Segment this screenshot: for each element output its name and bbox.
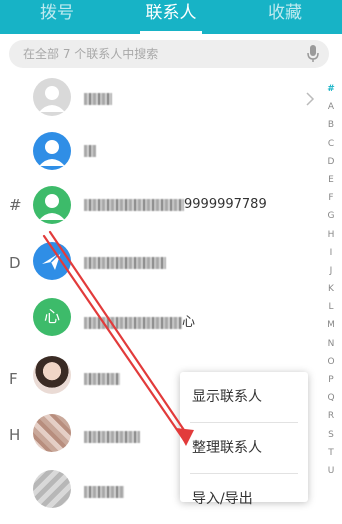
index-letter[interactable]: P [323, 371, 339, 389]
menu-item-organize-contacts[interactable]: 整理联系人 [180, 423, 308, 473]
index-letter[interactable]: B [323, 116, 339, 134]
index-letter[interactable]: H [323, 226, 339, 244]
avatar [33, 78, 71, 116]
tab-dialer[interactable]: 拨号 [0, 0, 114, 34]
avatar: 心 [33, 298, 71, 336]
contact-row[interactable] [0, 70, 320, 126]
index-letter[interactable]: T [323, 444, 339, 462]
index-letter[interactable]: Q [323, 389, 339, 407]
index-letter[interactable]: # [323, 80, 339, 98]
index-letter[interactable]: I [323, 244, 339, 262]
overflow-menu: 显示联系人 整理联系人 导入/导出 [180, 372, 308, 507]
contact-row[interactable] [0, 126, 320, 182]
default-avatar-icon [39, 140, 65, 166]
index-letter[interactable]: A [323, 98, 339, 116]
avatar [33, 470, 71, 508]
contact-row[interactable]: 9999997789 [0, 182, 320, 238]
index-letter[interactable]: E [323, 171, 339, 189]
contact-name [84, 255, 166, 270]
index-letter[interactable]: G [323, 207, 339, 225]
tab-bar: 拨号 联系人 收藏 [0, 0, 342, 34]
avatar [33, 132, 71, 170]
avatar [33, 242, 71, 280]
search-input[interactable]: 在全部 7 个联系人中搜索 [9, 40, 329, 68]
index-letter[interactable]: R [323, 407, 339, 425]
menu-item-import-export[interactable]: 导入/导出 [180, 474, 308, 524]
contact-name [84, 371, 120, 386]
index-letter[interactable]: J [323, 262, 339, 280]
default-avatar-icon [39, 194, 65, 220]
menu-item-show-contacts[interactable]: 显示联系人 [180, 372, 308, 422]
contact-name [84, 429, 140, 444]
index-letter[interactable]: S [323, 426, 339, 444]
microphone-icon[interactable] [307, 45, 319, 63]
contact-row[interactable]: 心 心 [0, 294, 320, 350]
contact-name-suffix: 心 [182, 315, 196, 330]
contact-row[interactable] [0, 238, 320, 294]
avatar [33, 414, 71, 452]
index-letter[interactable]: K [323, 280, 339, 298]
index-letter[interactable]: M [323, 316, 339, 334]
contact-name [84, 484, 124, 499]
alphabet-index[interactable]: # A B C D E F G H I J K L M N O P Q R S … [323, 80, 339, 480]
contact-number: 9999997789 [184, 197, 267, 212]
index-letter[interactable]: N [323, 335, 339, 353]
index-letter[interactable]: O [323, 353, 339, 371]
tab-contacts[interactable]: 联系人 [114, 0, 228, 34]
index-letter[interactable]: D [323, 153, 339, 171]
contact-name: 心 [84, 311, 195, 330]
tab-favorites[interactable]: 收藏 [228, 0, 342, 34]
chevron-right-icon[interactable] [305, 91, 315, 107]
search-placeholder: 在全部 7 个联系人中搜索 [23, 47, 159, 61]
avatar [33, 186, 71, 224]
index-letter[interactable]: F [323, 189, 339, 207]
contact-name: 9999997789 [84, 197, 267, 212]
contact-name [84, 143, 96, 158]
index-letter[interactable]: L [323, 298, 339, 316]
index-letter[interactable]: C [323, 135, 339, 153]
contact-name [84, 91, 112, 106]
default-avatar-icon [39, 86, 65, 112]
avatar [33, 356, 71, 394]
bird-logo-icon [42, 251, 62, 270]
index-letter[interactable]: U [323, 462, 339, 480]
